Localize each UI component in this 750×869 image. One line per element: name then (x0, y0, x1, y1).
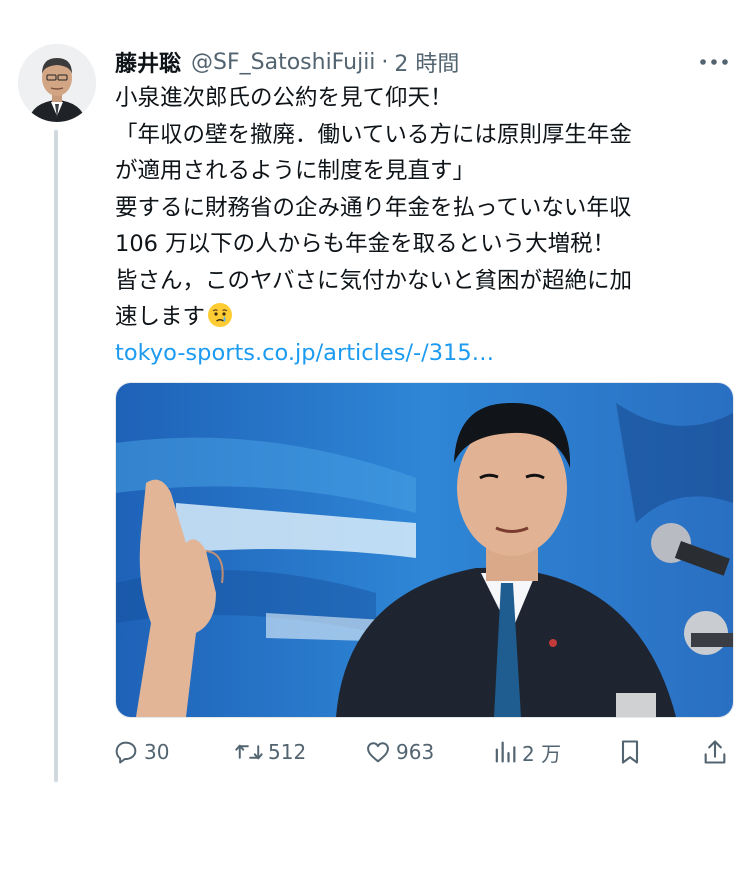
tweet-text-line: 106 万以下の人からも年金を取るという大増税！ (115, 231, 616, 257)
views-button[interactable]: 2 万 (492, 732, 561, 772)
crying-face-emoji-icon (208, 303, 233, 327)
like-count: 963 (396, 740, 435, 764)
thread-line (54, 130, 58, 782)
tweet-text-line: が適用されるように制度を見直す」 (115, 158, 476, 184)
retweet-count: 512 (268, 740, 307, 764)
tweet-text-line: 速します (115, 304, 206, 330)
action-bar: 30 512 963 2 万 (112, 732, 736, 772)
retweet-button[interactable]: 512 (234, 732, 306, 772)
heart-icon (367, 742, 389, 763)
article-link[interactable]: tokyo-sports.co.jp/articles/-/315… (115, 335, 494, 371)
like-button[interactable]: 963 (364, 732, 434, 772)
views-count: 2 万 (522, 741, 562, 766)
timestamp[interactable]: 2 時間 (394, 46, 459, 78)
tweet-text-line: 小泉進次郎氏の公約を見て仰天！ (115, 85, 453, 111)
tweet-header: 藤井聡 @SF_SatoshiFujii · 2 時間 (115, 44, 459, 80)
reply-button[interactable]: 30 (112, 732, 169, 772)
tweet-text: 小泉進次郎氏の公約を見て仰天！ 「年収の壁を撤廃．働いている方には原則厚生年金 … (115, 80, 740, 336)
header-separator: · (381, 49, 389, 75)
more-options-icon[interactable] (698, 50, 730, 74)
share-button[interactable] (702, 732, 728, 772)
tweet-text-last-line: 速します (115, 299, 740, 336)
display-name[interactable]: 藤井聡 (115, 46, 181, 78)
avatar[interactable] (18, 44, 96, 122)
user-handle[interactable]: @SF_SatoshiFujii (191, 50, 375, 75)
bookmark-icon (621, 740, 639, 764)
avatar-image (18, 44, 96, 122)
bookmark-button[interactable] (618, 732, 642, 772)
retweet-icon (235, 744, 263, 760)
tweet-text-line: 要するに財務省の企み通り年金を払っていない年収 (115, 194, 632, 221)
tweet-text-line: 「年収の壁を撤廃．働いている方には原則厚生年金 (115, 121, 632, 148)
media-image[interactable] (115, 382, 734, 718)
share-icon (704, 740, 726, 764)
reply-count: 30 (144, 740, 170, 764)
reply-icon (115, 741, 137, 764)
tweet-text-line: 皆さん，このヤバさに気付かないと貧困が超絶に加 (115, 267, 633, 294)
views-icon (495, 741, 516, 763)
